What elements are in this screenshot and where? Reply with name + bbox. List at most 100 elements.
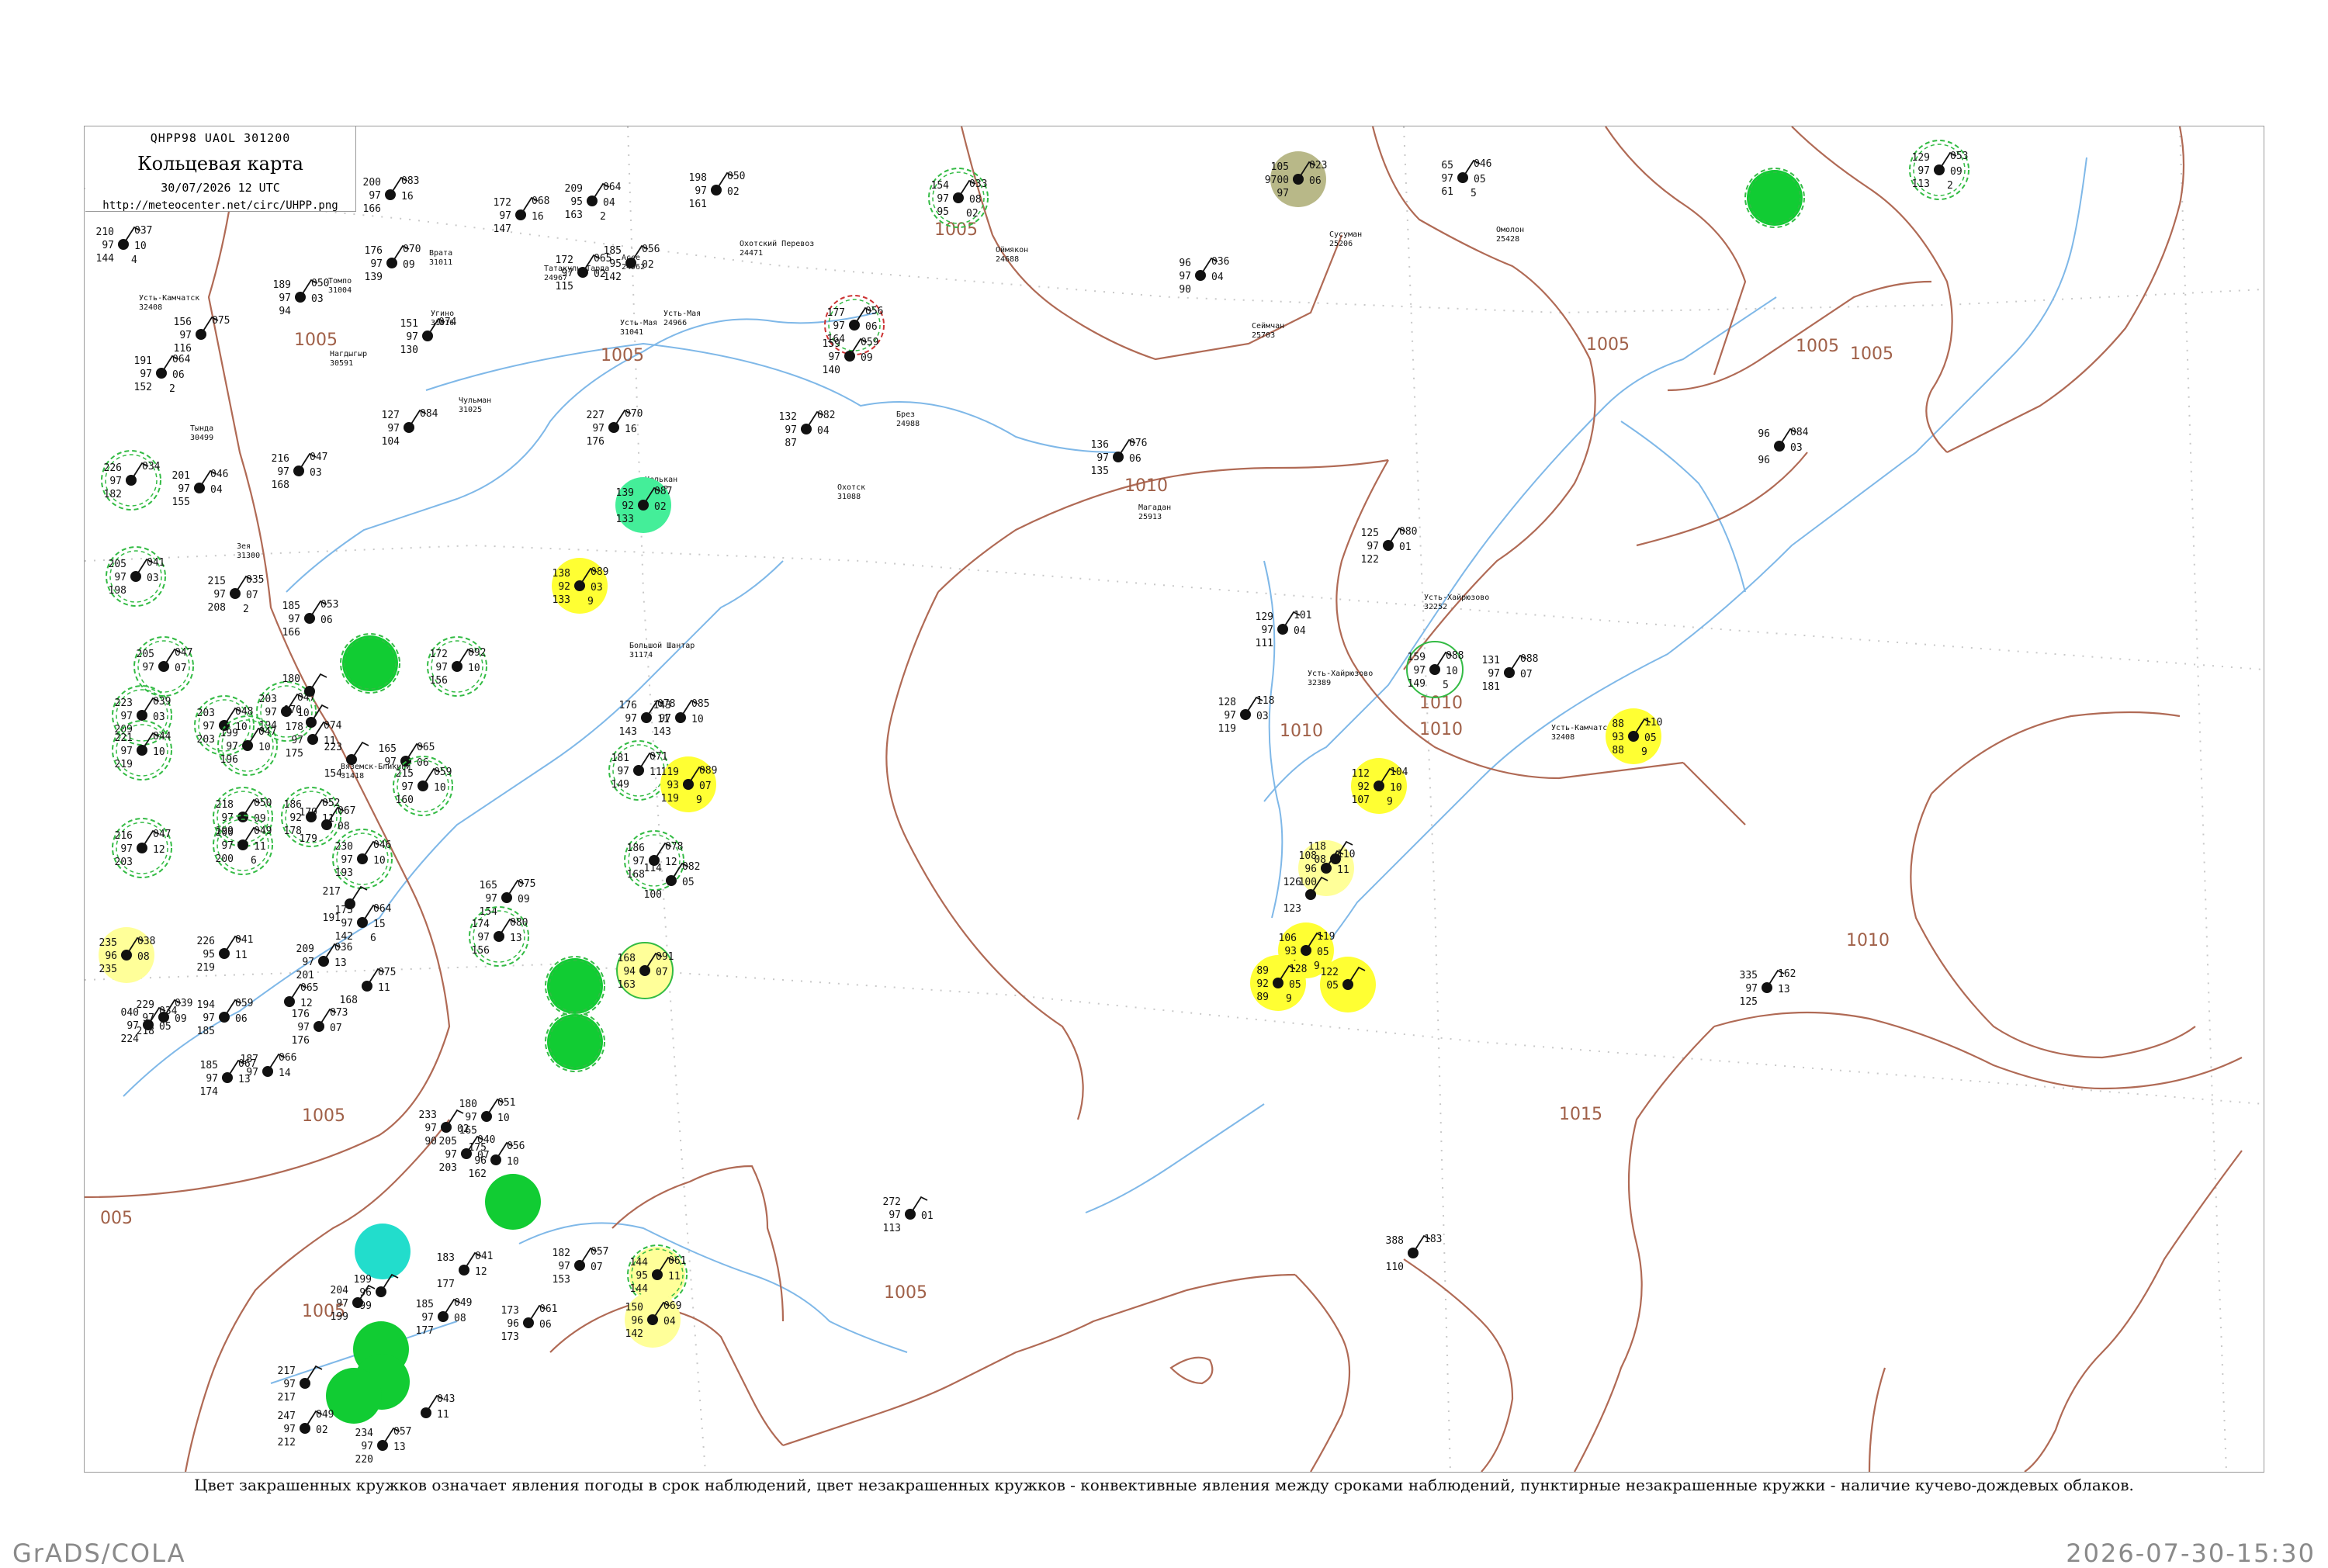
station-plot[interactable] (340, 633, 400, 694)
station-plot[interactable]: 230 046 97 10 193 (332, 829, 393, 889)
station-plot[interactable]: 125 080 97 01 122 (1361, 526, 1418, 566)
station-plot[interactable]: 040 034 97 05 224 (121, 1006, 178, 1045)
station-plot[interactable]: Врата31011 (429, 249, 452, 267)
station-plot[interactable]: Усть-Мая24966 (663, 310, 701, 327)
station-plot[interactable]: 185 067 97 13 174 (200, 1058, 257, 1098)
station-plot[interactable]: 194 059 97 06 185 (197, 998, 254, 1037)
station-plot[interactable]: Брез24988 (896, 410, 920, 428)
station-plot[interactable]: 88 110 93 05 88 9 (1606, 708, 1662, 764)
station-plot[interactable]: 216 047 97 03 168 (272, 452, 328, 491)
station-plot[interactable]: 154 033 97 08 95 02 (928, 168, 989, 228)
station-plot[interactable]: 205 040 97 07 203 (439, 1134, 496, 1174)
station-plot[interactable]: 132 082 97 04 87 (779, 410, 836, 449)
station-plot[interactable]: 136 076 97 06 135 (1091, 438, 1148, 477)
station-plot[interactable] (545, 956, 605, 1016)
station-plot[interactable]: Чульман31025 (459, 396, 491, 414)
station-plot[interactable]: 235 038 96 08 235 (99, 927, 155, 983)
station-plot[interactable]: 131 088 97 07 181 (1482, 653, 1539, 693)
station-plot[interactable]: 12205 (1320, 957, 1376, 1012)
station-plot[interactable]: Усть-Камчатск32408 (139, 294, 199, 312)
station-plot[interactable]: 159 088 97 10 149 5 (1406, 641, 1464, 698)
station-plot[interactable]: 65 046 97 05 61 5 (1441, 158, 1491, 199)
station-plot[interactable]: 174 080 97 13 156 (469, 906, 529, 967)
station-plot[interactable] (485, 1174, 541, 1230)
station-plot[interactable]: 172 092 97 10 156 (427, 636, 487, 697)
station-plot[interactable]: 205 041 97 03 198 (106, 546, 166, 607)
station-plot[interactable]: 119 089 93 07 119 9 (660, 756, 717, 812)
station-plot[interactable]: 226 041 95 11 219 (197, 934, 254, 974)
station-plot[interactable]: 198 050 97 02 161 (689, 171, 746, 210)
station-plot[interactable]: 205 047 97 07 (133, 636, 194, 697)
station-plot[interactable]: Охотский Перевоз24471 (740, 239, 814, 258)
station-plot[interactable]: 128 118 97 03 119 (1218, 695, 1275, 735)
station-plot[interactable]: 156 075 97 116 (174, 315, 230, 355)
station-plot[interactable]: 172 068 97 16 147 (494, 196, 550, 235)
station-plot[interactable]: 138 089 92 03 133 9 (552, 558, 608, 614)
station-plot[interactable]: 247 049 97 02 212 (278, 1409, 334, 1449)
station-plot[interactable]: Сусуман25206 (1329, 230, 1362, 248)
station-plot[interactable]: 179 067 08 179 (300, 805, 356, 845)
station-plot[interactable]: 217 97 217 (278, 1365, 323, 1404)
station-plot[interactable]: 129 101 97 04 111 (1256, 610, 1312, 649)
station-plot[interactable]: 04311 (421, 1393, 455, 1421)
station-plot[interactable] (545, 1012, 605, 1072)
station-plot[interactable]: 165 065 97 06 (379, 742, 435, 769)
station-plot[interactable]: 388 183 110 (1386, 1234, 1443, 1273)
station-plot[interactable]: 234 057 97 13 220 (355, 1426, 412, 1466)
station-plot[interactable]: 183 041 12 177 (437, 1251, 494, 1290)
station-plot[interactable]: 06512 (284, 982, 318, 1009)
map-url[interactable]: http://meteocenter.net/circ/UHPP.png (85, 199, 355, 212)
station-plot[interactable]: 185 056 95 02 142 (604, 244, 660, 283)
station-plot[interactable]: 150 069 96 04 142 (625, 1292, 681, 1348)
station-plot[interactable]: Усть-Хайрюзово32252 (1424, 593, 1489, 611)
station-plot[interactable]: 173 061 96 06 173 (501, 1303, 558, 1343)
station-plot[interactable]: Томпо31004 (328, 277, 352, 295)
station-plot[interactable]: 168 091 94 07 163 (616, 942, 674, 999)
station-plot[interactable]: 112 104 92 10 107 9 (1351, 758, 1408, 814)
station-plot[interactable] (326, 1368, 382, 1424)
station-plot[interactable]: Охотск31088 (837, 483, 865, 501)
station-plot[interactable]: Сеймчан25703 (1252, 321, 1284, 340)
station-plot[interactable]: 210 037 97 10 144 4 (96, 225, 153, 266)
station-plot[interactable]: 96 036 97 04 90 (1179, 256, 1229, 296)
station-plot[interactable]: 159 059 97 09 140 (823, 337, 879, 376)
station-plot[interactable]: 151 074 97130 (400, 317, 457, 356)
station-plot[interactable]: 175 064 97 15 142 6 (335, 903, 392, 944)
station-plot[interactable]: Усть-Камчатск32408 (1551, 724, 1612, 742)
station-plot[interactable]: 181 071 97 11 149 (608, 740, 669, 801)
station-plot[interactable]: Оймякон24688 (996, 245, 1028, 264)
station-plot[interactable]: 209 064 95 04 163 2 (565, 182, 622, 223)
station-plot[interactable]: 226 034 97 182 (101, 450, 161, 511)
station-plot[interactable]: Магадан25913 (1138, 504, 1171, 521)
station-plot[interactable]: 176 070 97 09 139 (365, 244, 421, 283)
station-plot[interactable]: 272 97 01 113 (883, 1196, 934, 1234)
station-plot[interactable]: 227 070 97 16 176 (587, 408, 643, 448)
station-plot[interactable]: 201 046 97 04 155 (172, 469, 229, 508)
station-plot[interactable]: 216 047 97 12 203 (112, 818, 172, 878)
station-plot[interactable]: 075 11 168 (340, 967, 397, 1006)
station-plot[interactable]: 89 128 92 05 89 9 (1250, 955, 1307, 1011)
station-plot[interactable]: 335 162 97 13 125 (1740, 968, 1796, 1008)
station-plot[interactable] (355, 1224, 411, 1279)
station-plot[interactable]: Усть-Мая31041 (620, 319, 657, 337)
station-plot[interactable]: Тында30499 (190, 424, 213, 442)
station-plot[interactable]: 191 064 97 06 152 2 (134, 354, 191, 395)
station-plot[interactable]: 189 050 97 03 94 (273, 278, 330, 317)
station-plot[interactable] (1744, 168, 1805, 228)
station-plot[interactable]: 215 035 97 07 208 2 (208, 574, 265, 615)
station-plot[interactable]: 143 085 97 10 143 (653, 698, 710, 738)
station-plot[interactable]: 176 073 97 07 176 (292, 1007, 348, 1047)
station-plot[interactable]: Большой Шантар31174 (629, 641, 695, 659)
station-plot[interactable]: Зея31300 (237, 542, 260, 560)
station-plot[interactable]: 108 11096 11100 (1298, 840, 1355, 896)
station-plot[interactable]: 105 023 9700 06 97 (1265, 151, 1328, 207)
station-plot[interactable]: 127 084 97 104 (382, 408, 438, 448)
station-plot[interactable]: Омолон25428 (1496, 226, 1524, 244)
station-plot[interactable]: 200 083 97 16 166 (363, 175, 420, 215)
station-plot[interactable]: 185 053 97 06 166 (282, 599, 339, 639)
station-plot[interactable]: 185 049 97 08 177 (416, 1297, 473, 1337)
station-plot[interactable]: 139 087 92 02 133 (615, 477, 672, 533)
station-plot[interactable]: 209 036 97 13 201 (296, 942, 353, 981)
station-plot[interactable]: 182 057 97 07 153 (553, 1246, 609, 1286)
station-plot[interactable]: 129 053 97 09 113 2 (1909, 140, 1969, 200)
